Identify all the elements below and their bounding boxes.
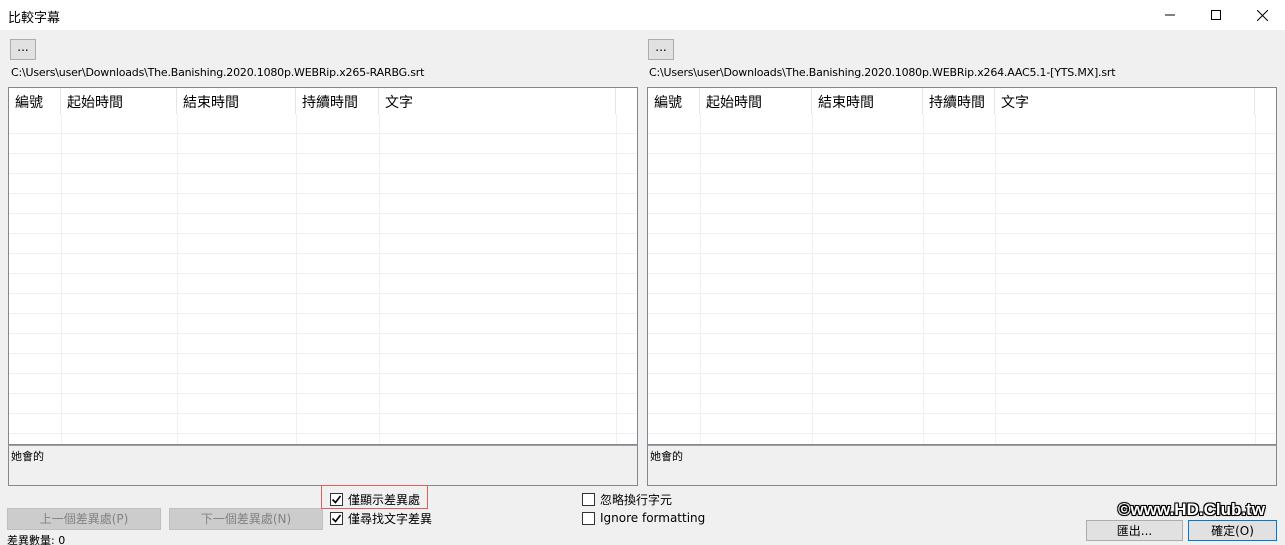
grid-row-line [648,353,1276,354]
grid-row-line [9,413,637,414]
show-only-diff-checkbox[interactable]: 僅顯示差異處 [330,491,420,507]
right-browse-button[interactable]: ... [648,39,674,60]
export-button[interactable]: 匯出... [1086,520,1183,541]
next-diff-button[interactable]: 下一個差異處(N) [169,508,323,530]
checkbox-box[interactable] [582,492,595,506]
left-file-path: C:\Users\user\Downloads\The.Banishing.20… [11,66,425,79]
checkbox-box[interactable] [582,511,595,525]
grid-row-line [9,233,637,234]
grid-row-line [648,253,1276,254]
left-col-text[interactable]: 文字 [379,88,616,114]
grid-row-line [648,213,1276,214]
grid-row-line [9,353,637,354]
grid-row-line [648,133,1276,134]
close-button[interactable] [1239,0,1285,30]
right-col-start-time[interactable]: 起始時間 [700,88,812,114]
checkbox-box[interactable] [330,492,343,506]
left-col-start-time[interactable]: 起始時間 [61,88,177,114]
left-col-end-time[interactable]: 結束時間 [177,88,296,114]
grid-row-line [9,153,637,154]
left-col-number[interactable]: 編號 [9,88,61,114]
ignore-linebreak-checkbox[interactable]: 忽略換行字元 [582,491,672,507]
show-only-diff-label: 僅顯示差異處 [348,492,421,507]
grid-row-line [9,213,637,214]
grid-row-line [9,433,637,434]
grid-row-line [648,193,1276,194]
grid-row-line [648,173,1276,174]
grid-row-line [648,333,1276,334]
right-subtitle-grid[interactable]: 編號 起始時間 結束時間 持續時間 文字 [647,87,1277,445]
window-title: 比較字幕 [8,11,61,26]
right-file-path: C:\Users\user\Downloads\The.Banishing.20… [649,66,1116,79]
maximize-icon [1211,10,1221,20]
grid-row-line [9,173,637,174]
ignore-formatting-label: Ignore formatting [600,511,706,525]
right-col-duration[interactable]: 持續時間 [923,88,995,114]
grid-row-line [648,313,1276,314]
grid-row-line [648,393,1276,394]
right-col-number[interactable]: 編號 [648,88,700,114]
left-browse-button[interactable]: ... [10,39,36,60]
grid-row-line [9,133,637,134]
maximize-button[interactable] [1193,0,1239,30]
right-col-text[interactable]: 文字 [995,88,1255,114]
diff-count-status: 差異數量: 0 [7,534,66,545]
grid-row-line [648,153,1276,154]
grid-row-line [9,253,637,254]
title-bar: 比較字幕 [0,0,1285,30]
checkbox-box[interactable] [330,511,343,525]
grid-row-line [9,293,637,294]
left-col-duration[interactable]: 持續時間 [296,88,379,114]
minimize-button[interactable] [1147,0,1193,30]
right-grid-header: 編號 起始時間 結束時間 持續時間 文字 [648,88,1276,114]
grid-row-line [648,293,1276,294]
grid-row-line [648,373,1276,374]
find-text-diff-checkbox[interactable]: 僅尋找文字差異 [330,510,432,526]
right-col-end-time[interactable]: 結束時間 [812,88,923,114]
grid-row-line [648,233,1276,234]
ignore-linebreak-label: 忽略換行字元 [600,492,673,507]
grid-row-line [9,393,637,394]
ignore-formatting-checkbox[interactable]: Ignore formatting [582,510,705,526]
prev-diff-button[interactable]: 上一個差異處(P) [7,508,161,530]
close-icon [1256,9,1268,21]
grid-row-line [9,373,637,374]
minimize-icon [1165,14,1175,16]
grid-row-line [9,333,637,334]
watermark: ©www.HD.Club.tw [1118,500,1265,519]
left-subtitle-grid[interactable]: 編號 起始時間 結束時間 持續時間 文字 [8,87,638,445]
right-text-preview[interactable]: 她會的 [647,445,1277,486]
ok-button[interactable]: 確定(O) [1188,520,1277,541]
check-icon [331,495,342,504]
grid-row-line [648,413,1276,414]
check-icon [331,514,342,523]
grid-row-line [9,313,637,314]
grid-row-line [9,193,637,194]
left-grid-header: 編號 起始時間 結束時間 持續時間 文字 [9,88,637,114]
left-text-preview[interactable]: 她會的 [8,445,638,486]
grid-row-line [648,433,1276,434]
grid-row-line [648,273,1276,274]
grid-row-line [9,273,637,274]
find-text-diff-label: 僅尋找文字差異 [348,511,433,526]
